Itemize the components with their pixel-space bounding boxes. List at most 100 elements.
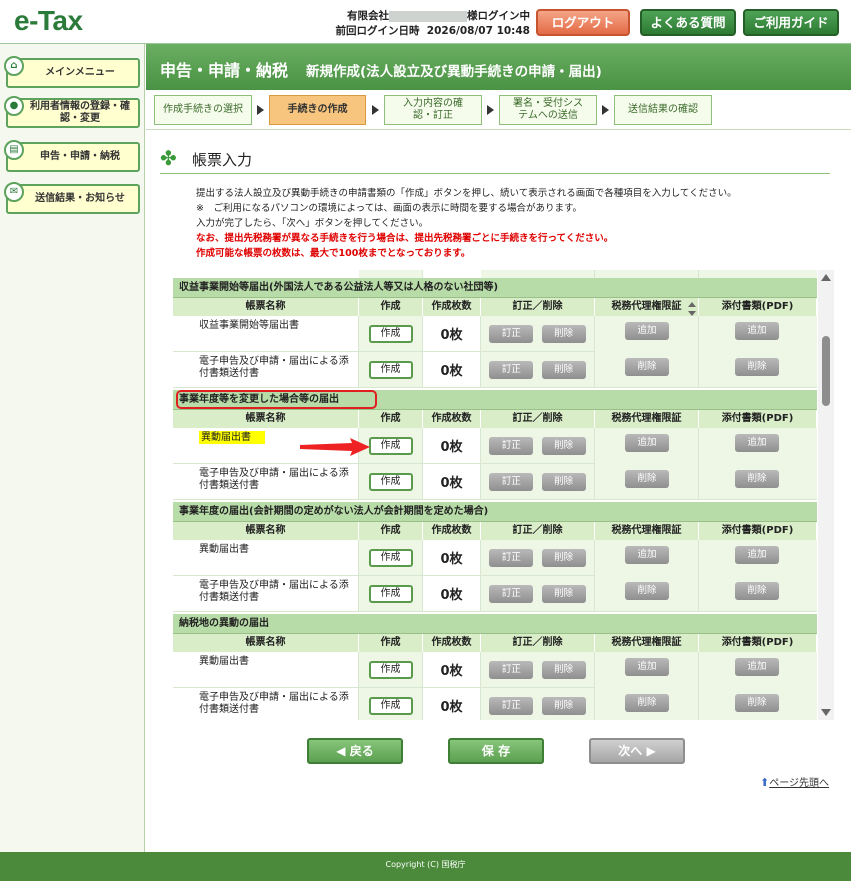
highlight-frame: [176, 390, 377, 409]
correct-button[interactable]: 訂正: [489, 472, 534, 491]
delete-button[interactable]: 削除: [541, 360, 586, 379]
warning-line: なお、提出先税務署が異なる手続きを行う場合は、提出先税務署ごとに手続きを行ってく…: [196, 233, 614, 244]
col-header-edit: 訂正／削除: [481, 522, 595, 540]
attach-add-button[interactable]: 追加: [735, 546, 779, 564]
attach-add-button[interactable]: 追加: [735, 434, 779, 452]
col-header-edit: 訂正／削除: [481, 410, 595, 428]
sidebar-item-label: 利用者情報の登録・確認・変更: [30, 101, 130, 124]
warning-line: 作成可能な帳票の枚数は、最大で100枚までとなっております。: [196, 248, 471, 259]
instruction-line: 入力が完了したら、「次へ」ボタンを押してください。: [196, 218, 429, 229]
table-row: 電子申告及び申請・届出による添付書類送付書 作成 0枚 訂正 削除: [173, 352, 817, 388]
sidebar-item-declaration[interactable]: ▤ 申告・申請・納税: [4, 140, 140, 172]
attach-add-button[interactable]: 追加: [735, 658, 779, 676]
col-header-name: 帳票名称: [173, 298, 359, 316]
step-arrow-icon: [487, 105, 494, 115]
create-button[interactable]: 作成: [368, 360, 413, 379]
attach-add-button[interactable]: 追加: [735, 322, 779, 340]
col-header-make: 作成: [359, 410, 423, 428]
scroll-thumb[interactable]: [822, 336, 830, 406]
correct-button[interactable]: 訂正: [489, 436, 534, 455]
delete-button[interactable]: 削除: [541, 584, 586, 603]
table-header: 帳票名称 作成 作成枚数 訂正／削除 税務代理権限証 添付書類(PDF): [173, 522, 817, 540]
step-arrow-icon: [372, 105, 379, 115]
section-title: 帳票入力: [192, 151, 253, 169]
table-header: 帳票名称 作成 作成枚数 訂正／削除 税務代理権限証 添付書類(PDF): [173, 634, 817, 652]
page-title-bar: 申告・申請・納税 新規作成(法人設立及び異動手続きの申請・届出): [146, 44, 851, 90]
form-count: 0枚: [423, 688, 481, 720]
delete-button[interactable]: 削除: [541, 696, 586, 715]
delete-button[interactable]: 削除: [541, 660, 586, 679]
table-header: 帳票名称 作成 作成枚数 訂正／削除 税務代理権限証 添付書類(PDF): [173, 410, 817, 428]
agent-add-button[interactable]: 追加: [625, 322, 669, 340]
col-header-name: 帳票名称: [173, 522, 359, 540]
col-header-count: 作成枚数: [423, 410, 481, 428]
delete-button[interactable]: 削除: [541, 548, 586, 567]
agent-add-button[interactable]: 追加: [625, 658, 669, 676]
form-count: 0枚: [423, 316, 481, 352]
agent-add-button[interactable]: 追加: [625, 546, 669, 564]
correct-button[interactable]: 訂正: [489, 660, 534, 679]
col-header-attach: 添付書類(PDF): [699, 522, 817, 540]
create-button[interactable]: 作成: [368, 472, 413, 491]
create-button[interactable]: 作成: [368, 584, 413, 603]
create-button[interactable]: 作成: [368, 660, 413, 679]
page-top-link[interactable]: ⬆ページ先頭へ: [760, 774, 829, 789]
create-button[interactable]: 作成: [368, 696, 413, 715]
company-prefix: 有限会社: [347, 10, 389, 22]
etax-logo[interactable]: e-Tax: [14, 5, 83, 37]
table-scrollbar[interactable]: [818, 270, 834, 720]
correct-button[interactable]: 訂正: [489, 360, 534, 379]
save-button[interactable]: 保 存: [448, 738, 544, 764]
col-header-attach: 添付書類(PDF): [699, 634, 817, 652]
create-button[interactable]: 作成: [368, 548, 413, 567]
faq-button[interactable]: よくある質問: [640, 9, 736, 36]
delete-button[interactable]: 削除: [541, 472, 586, 491]
group-title: 収益事業開始等届出(外国法人である公益法人等又は人格のない社団等): [173, 278, 817, 298]
next-button[interactable]: 次へ ▶: [589, 738, 685, 764]
step-indicator: 作成手続きの選択 手続きの作成 入力内容の確認・訂正 署名・受付システムへの送信…: [146, 90, 851, 130]
guide-button[interactable]: ご利用ガイド: [743, 9, 839, 36]
delete-button[interactable]: 削除: [541, 436, 586, 455]
step-arrow-icon: [602, 105, 609, 115]
correct-button[interactable]: 訂正: [489, 696, 534, 715]
form-count: 0枚: [423, 352, 481, 388]
scroll-down-icon[interactable]: [821, 709, 831, 716]
form-count: 0枚: [423, 540, 481, 576]
back-button[interactable]: ◀ 戻る: [307, 738, 403, 764]
form-name: 電子申告及び申請・届出による添付書類送付書: [173, 352, 359, 388]
user-info: 有限会社 様ログイン中 前回ログイン日時 2026/08/07 10:48: [322, 9, 530, 39]
sidebar-item-main-menu[interactable]: ⌂ メインメニュー: [4, 56, 140, 88]
col-header-agent: 税務代理権限証: [595, 634, 699, 652]
section-header: ✤ 帳票入力: [160, 144, 830, 174]
instruction-line: 提出する法人設立及び異動手続きの申請書類の「作成」ボタンを押し、続いて表示される…: [196, 188, 737, 199]
create-button[interactable]: 作成: [368, 436, 413, 455]
masked-user-name: [389, 10, 467, 22]
footer: Copyright (C) 国税庁: [0, 852, 851, 881]
sidebar-item-user-info[interactable]: ● 利用者情報の登録・確認・変更: [4, 96, 140, 128]
delete-button[interactable]: 削除: [541, 324, 586, 343]
col-header-edit: 訂正／削除: [481, 634, 595, 652]
last-login-value: 2026/08/07 10:48: [426, 25, 530, 37]
table-top-cut: [173, 270, 817, 278]
step-create: 手続きの作成: [269, 95, 366, 125]
col-header-attach: 添付書類(PDF): [699, 298, 817, 316]
col-header-edit: 訂正／削除: [481, 298, 595, 316]
logout-button[interactable]: ログアウト: [536, 9, 630, 36]
form-name: 異動届出書: [199, 431, 265, 444]
create-button[interactable]: 作成: [368, 324, 413, 343]
form-name: 電子申告及び申請・届出による添付書類送付書: [173, 688, 359, 720]
correct-button[interactable]: 訂正: [489, 548, 534, 567]
scroll-up-icon[interactable]: [821, 274, 831, 281]
sidebar-item-label: 申告・申請・納税: [40, 151, 120, 162]
correct-button[interactable]: 訂正: [489, 584, 534, 603]
agent-add-button[interactable]: 追加: [625, 434, 669, 452]
correct-button[interactable]: 訂正: [489, 324, 534, 343]
table-row: 電子申告及び申請・届出による添付書類送付書 作成 0枚 訂正 削除: [173, 464, 817, 500]
form-table: 収益事業開始等届出(外国法人である公益法人等又は人格のない社団等) 帳票名称 作…: [173, 270, 817, 720]
form-name: 電子申告及び申請・届出による添付書類送付書: [173, 576, 359, 612]
col-header-make: 作成: [359, 634, 423, 652]
table-row: 異動届出書 作成 0枚 訂正 削除 追加 削除 追加 削除: [173, 652, 817, 720]
agent-column-scroll[interactable]: [686, 300, 698, 318]
sidebar-item-label: 送信結果・お知らせ: [35, 193, 125, 204]
sidebar-item-results[interactable]: ✉ 送信結果・お知らせ: [4, 182, 140, 214]
